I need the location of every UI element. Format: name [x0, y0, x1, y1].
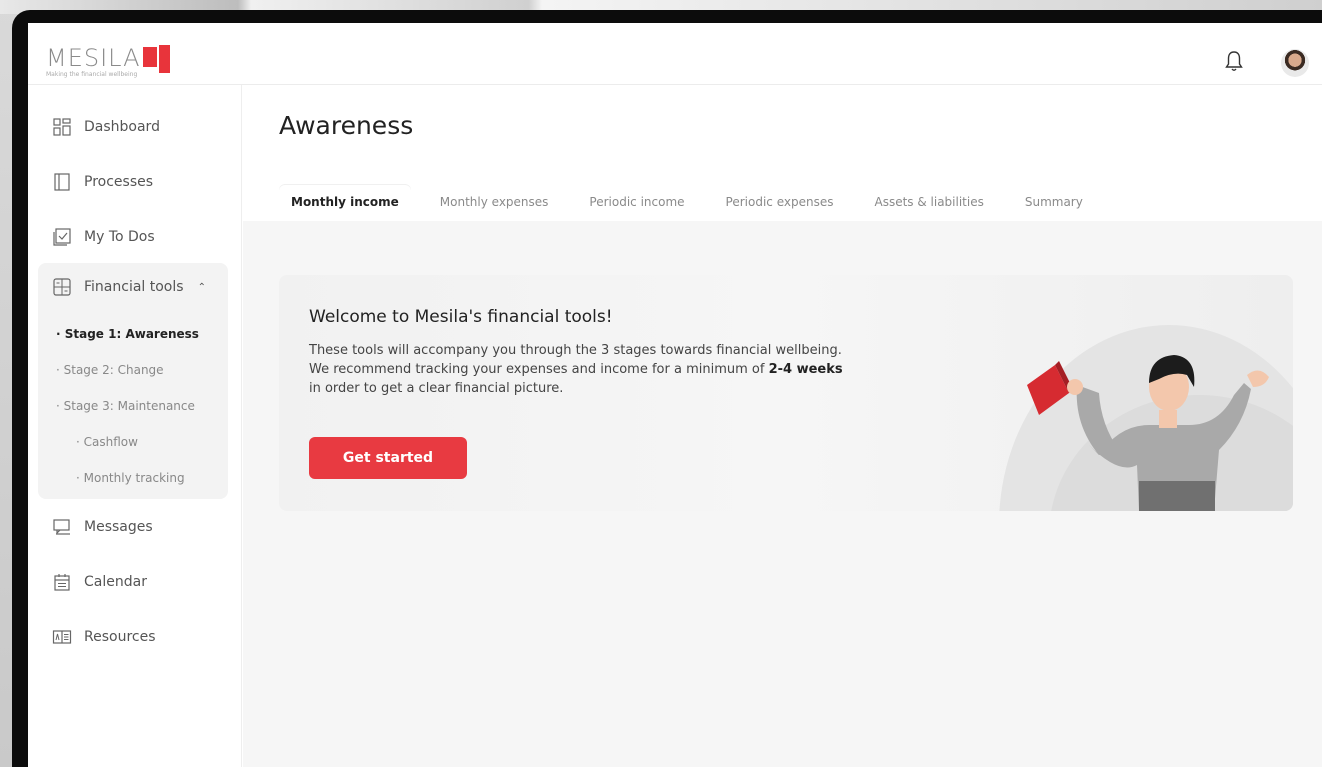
main-header: Awareness Monthly income Monthly expense… [243, 85, 1322, 221]
brand-logo-mark [142, 43, 173, 73]
sidebar-sub-stage-3[interactable]: · Stage 3: Maintenance [56, 399, 195, 413]
welcome-text: These tools will accompany you through t… [309, 341, 929, 398]
tab-bar: Monthly income Monthly expenses Periodic… [279, 185, 1112, 221]
sidebar-item-label: Processes [84, 174, 154, 190]
sidebar-item-label: Messages [84, 519, 153, 535]
tab-periodic-income[interactable]: Periodic income [577, 185, 696, 221]
main-content: Awareness Monthly income Monthly expense… [243, 85, 1322, 767]
user-avatar[interactable] [1281, 49, 1309, 77]
bell-icon[interactable] [1224, 50, 1244, 72]
sidebar-item-label: Resources [84, 629, 156, 645]
get-started-button[interactable]: Get started [309, 437, 467, 479]
welcome-line-2: We recommend tracking your expenses and … [309, 362, 843, 377]
sidebar-item-resources[interactable]: Resources [52, 625, 156, 649]
brand-logo[interactable]: MESILA Making the financial wellbeing [46, 43, 173, 78]
app-screen: MESILA Making the financial wellbeing Da… [28, 23, 1322, 767]
financial-tools-group: Financial tools ⌃ · Stage 1: Awareness ·… [38, 263, 228, 499]
sidebar-item-financial-tools[interactable]: Financial tools ⌃ [52, 277, 206, 297]
tab-assets-liabilities[interactable]: Assets & liabilities [862, 185, 995, 221]
sidebar-sub-cashflow[interactable]: · Cashflow [76, 435, 138, 449]
sidebar-item-label: Dashboard [84, 119, 160, 135]
sidebar-sub-stage-2[interactable]: · Stage 2: Change [56, 363, 164, 377]
welcome-card: Welcome to Mesila's financial tools! The… [279, 275, 1293, 511]
sidebar-item-processes[interactable]: Processes [52, 170, 153, 194]
page-title: Awareness [279, 111, 414, 140]
todo-icon [53, 228, 71, 246]
processes-icon [54, 173, 70, 191]
messages-icon [53, 519, 70, 535]
calendar-icon [54, 574, 70, 591]
brand-tagline: Making the financial wellbeing [46, 71, 138, 78]
chevron-up-icon[interactable]: ⌃ [198, 282, 206, 293]
welcome-illustration [999, 325, 1293, 511]
sidebar-sub-monthly-tracking[interactable]: · Monthly tracking [76, 471, 185, 485]
sidebar-item-dashboard[interactable]: Dashboard [52, 115, 160, 139]
resources-icon [52, 630, 72, 644]
calculator-icon [53, 278, 71, 296]
tab-summary[interactable]: Summary [1013, 185, 1095, 221]
welcome-line-1: These tools will accompany you through t… [309, 343, 842, 358]
tab-monthly-income[interactable]: Monthly income [279, 185, 411, 221]
sidebar-sub-stage-1[interactable]: · Stage 1: Awareness [56, 327, 199, 341]
device-bezel: MESILA Making the financial wellbeing Da… [12, 10, 1322, 767]
tab-monthly-expenses[interactable]: Monthly expenses [428, 185, 561, 221]
sidebar-item-messages[interactable]: Messages [52, 515, 153, 539]
sidebar-item-label: Financial tools [84, 279, 184, 295]
top-bar: MESILA Making the financial wellbeing [28, 23, 1322, 85]
tab-periodic-expenses[interactable]: Periodic expenses [714, 185, 846, 221]
welcome-title: Welcome to Mesila's financial tools! [309, 307, 613, 327]
sidebar-item-my-to-dos[interactable]: My To Dos [52, 225, 155, 249]
sidebar-item-calendar[interactable]: Calendar [52, 570, 147, 594]
welcome-line-3: in order to get a clear financial pictur… [309, 381, 564, 396]
dashboard-icon [53, 118, 71, 136]
brand-name: MESILA [46, 44, 141, 72]
sidebar-item-label: Calendar [84, 574, 147, 590]
sidebar-item-label: My To Dos [84, 229, 155, 245]
sidebar: Dashboard Processes My To Dos Financial … [28, 85, 242, 767]
